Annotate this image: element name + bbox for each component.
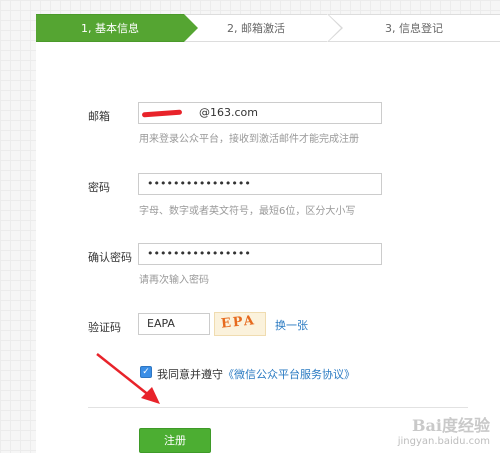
step-arrow [327,14,341,42]
watermark-logo: Bai度经验 [412,416,490,435]
step-arrow [184,14,198,42]
email-hint: 用来登录公众平台，接收到激活邮件才能完成注册 [139,134,359,145]
step-email-activation: 2, 邮箱激活 [184,14,343,42]
password-hint: 字母、数字或者英文符号，最短6位，区分大小写 [139,206,356,217]
refresh-captcha-link[interactable]: 换一张 [275,317,308,333]
captcha-image-text: EPA [220,313,257,332]
captcha-image[interactable]: EPA [214,312,266,336]
confirm-password-field[interactable]: •••••••••••••••• [138,243,382,265]
step-bar: 1, 基本信息 2, 邮箱激活 3, 信息登记 [36,14,500,42]
watermark-url: jingyan.baidu.com [397,436,490,447]
agree-checkbox[interactable]: ✓ [140,366,152,378]
step-basic-info: 1, 基本信息 [36,14,198,42]
captcha-label: 验证码 [88,321,121,334]
divider [88,407,468,408]
watermark: Bai度经验 jingyan.baidu.com [398,412,490,447]
password-label: 密码 [88,181,110,194]
email-label: 邮箱 [88,110,110,123]
service-agreement-link[interactable]: 《微信公众平台服务协议》 [223,368,355,381]
agreement-text: 我同意并遵守《微信公众平台服务协议》 [157,366,355,382]
confirm-password-label: 确认密码 [88,251,132,264]
step-label: 2, 邮箱激活 [227,22,285,35]
captcha-field[interactable]: EAPA [138,313,210,335]
step-label: 3, 信息登记 [385,22,443,35]
confirm-password-hint: 请再次输入密码 [139,275,209,286]
agree-label: 我同意并遵守 [157,368,223,381]
register-button[interactable]: 注册 [139,428,211,453]
step-info-registration: 3, 信息登记 [328,14,500,42]
step-label: 1, 基本信息 [81,22,139,35]
password-field[interactable]: •••••••••••••••• [138,173,382,195]
